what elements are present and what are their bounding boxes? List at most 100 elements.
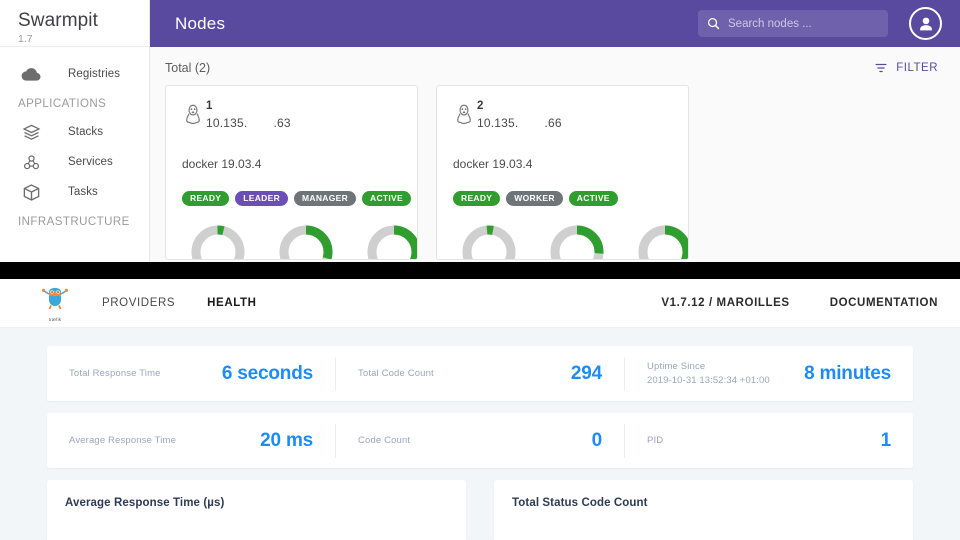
linux-tux-icon: [453, 102, 477, 132]
stat-value: 294: [571, 363, 602, 385]
screen: Swarmpit 1.7 Registries APPLICATIONS Sta…: [0, 0, 960, 540]
stat-pid: PID 1: [624, 424, 913, 458]
stat-label: Uptime Since: [647, 361, 770, 373]
status-badge: READY: [182, 191, 229, 206]
linux-tux-icon: [182, 102, 206, 132]
chart-card-average-response-time: Average Response Time (µs): [47, 480, 466, 540]
node-id: 2: [477, 100, 562, 113]
sidebar-item-label: Stacks: [68, 126, 103, 138]
node-ip: 10.135. .63: [206, 116, 291, 130]
node-ip-suffix: .63: [273, 116, 290, 130]
gauge-icon: [461, 224, 517, 260]
filter-icon: [874, 61, 888, 75]
brand-title: Swarmpit: [18, 10, 149, 32]
tab-providers[interactable]: PROVIDERS: [102, 297, 175, 309]
node-card-list: 1 10.135. .63 docker 19.03.4 READY LEADER…: [150, 75, 960, 260]
sidebar-item-label: Tasks: [68, 186, 98, 198]
sidebar-item-services[interactable]: Services: [0, 147, 149, 177]
stat-total-code-count: Total Code Count 294: [335, 357, 624, 391]
tab-health[interactable]: HEALTH: [207, 297, 256, 309]
stat-label: Total Response Time: [69, 368, 161, 380]
traefik-logo-icon: træfik: [40, 285, 70, 321]
sidebar-item-registries[interactable]: Registries: [0, 59, 149, 89]
stat-sublabel: 2019-10-31 13:52:34 +01:00: [647, 375, 770, 387]
traefik-nav-right: V1.7.12 / MAROILLES DOCUMENTATION: [621, 297, 938, 309]
stat-label: Code Count: [358, 435, 410, 447]
swarmpit-window: Swarmpit 1.7 Registries APPLICATIONS Sta…: [0, 0, 960, 262]
stat-value: 0: [592, 430, 602, 452]
traefik-navbar: træfik PROVIDERS HEALTH V1.7.12 / MAROIL…: [0, 279, 960, 328]
swarmpit-sidebar: Swarmpit 1.7 Registries APPLICATIONS Sta…: [0, 0, 150, 262]
status-badge: WORKER: [506, 191, 563, 206]
node-card-header: 1 10.135. .63: [182, 100, 401, 132]
window-divider: [0, 262, 960, 279]
stat-value: 8 minutes: [804, 363, 891, 385]
chart-title: Total Status Code Count: [512, 497, 895, 509]
node-card-header: 2 10.135. .66: [453, 100, 672, 132]
swarmpit-content: Total (2) FILTER 1: [150, 47, 960, 262]
documentation-link[interactable]: DOCUMENTATION: [830, 297, 938, 309]
search-icon: [698, 16, 728, 31]
node-card[interactable]: 2 10.135..66 docker 19.03.4 READY WORKER…: [436, 85, 689, 260]
box-icon: [18, 181, 44, 203]
swarmpit-topbar: Nodes: [150, 0, 960, 47]
node-engine: docker 19.03.4: [182, 157, 401, 171]
stat-label: Average Response Time: [69, 435, 176, 447]
status-badge: LEADER: [235, 191, 288, 206]
gauge-icon: [190, 224, 246, 260]
chart-row: Average Response Time (µs) Total Status …: [47, 480, 913, 540]
gauge-icon: [278, 224, 334, 260]
filter-button[interactable]: FILTER: [874, 61, 938, 75]
node-card[interactable]: 1 10.135. .63 docker 19.03.4 READY LEADER…: [165, 85, 418, 260]
node-badges: READY LEADER MANAGER ACTIVE: [182, 191, 401, 206]
content-toolbar: Total (2) FILTER: [150, 47, 960, 75]
stats-row: Total Response Time 6 seconds Total Code…: [47, 346, 913, 401]
stat-value: 20 ms: [260, 430, 313, 452]
version-label: V1.7.12 / MAROILLES: [661, 297, 789, 309]
avatar[interactable]: [909, 7, 942, 40]
node-ip-prefix: 10.135.: [206, 116, 247, 130]
cubes-icon: [18, 151, 44, 173]
sidebar-section-applications: APPLICATIONS: [0, 89, 149, 117]
stat-average-response-time: Average Response Time 20 ms: [47, 424, 335, 458]
gauge-icon: [366, 224, 418, 260]
cloud-icon: [18, 63, 44, 85]
stat-uptime-since: Uptime Since 2019-10-31 13:52:34 +01:00 …: [624, 357, 913, 391]
sidebar-item-tasks[interactable]: Tasks: [0, 177, 149, 207]
status-badge: ACTIVE: [569, 191, 618, 206]
search-input[interactable]: [728, 18, 873, 30]
search-box[interactable]: [698, 10, 888, 37]
node-badges: READY WORKER ACTIVE: [453, 191, 672, 206]
status-badge: READY: [453, 191, 500, 206]
sidebar-item-label: Registries: [68, 68, 120, 80]
stat-value: 1: [881, 430, 891, 452]
node-ip: 10.135. .66: [477, 116, 562, 130]
chart-title: Average Response Time (µs): [65, 497, 448, 509]
traefik-body: Total Response Time 6 seconds Total Code…: [0, 328, 960, 540]
gauge-icon: [637, 224, 689, 260]
traefik-nav-links: PROVIDERS HEALTH: [102, 297, 289, 309]
brand: Swarmpit 1.7: [0, 0, 149, 47]
status-badge: MANAGER: [294, 191, 356, 206]
stats-row: Average Response Time 20 ms Code Count 0…: [47, 413, 913, 468]
sidebar-item-label: Services: [68, 156, 113, 168]
chart-card-total-status-code-count: Total Status Code Count: [494, 480, 913, 540]
gauge-icon: [549, 224, 605, 260]
traefik-window: træfik PROVIDERS HEALTH V1.7.12 / MAROIL…: [0, 262, 960, 540]
stat-label: Total Code Count: [358, 368, 434, 380]
stat-label: PID: [647, 435, 663, 447]
total-count: Total (2): [165, 61, 210, 75]
brand-version: 1.7: [18, 33, 149, 45]
node-gauges: [182, 224, 401, 260]
sidebar-section-infrastructure: INFRASTRUCTURE: [0, 207, 149, 235]
status-badge: ACTIVE: [362, 191, 411, 206]
stat-total-response-time: Total Response Time 6 seconds: [47, 357, 335, 391]
stat-code-count: Code Count 0: [335, 424, 624, 458]
node-ip-prefix: 10.135.: [477, 116, 518, 130]
node-ip-suffix: .66: [544, 116, 561, 130]
sidebar-item-stacks[interactable]: Stacks: [0, 117, 149, 147]
traefik-logo-wordmark: træfik: [40, 317, 70, 322]
stat-value: 6 seconds: [222, 363, 313, 385]
node-id: 1: [206, 100, 291, 113]
filter-label: FILTER: [896, 62, 938, 74]
